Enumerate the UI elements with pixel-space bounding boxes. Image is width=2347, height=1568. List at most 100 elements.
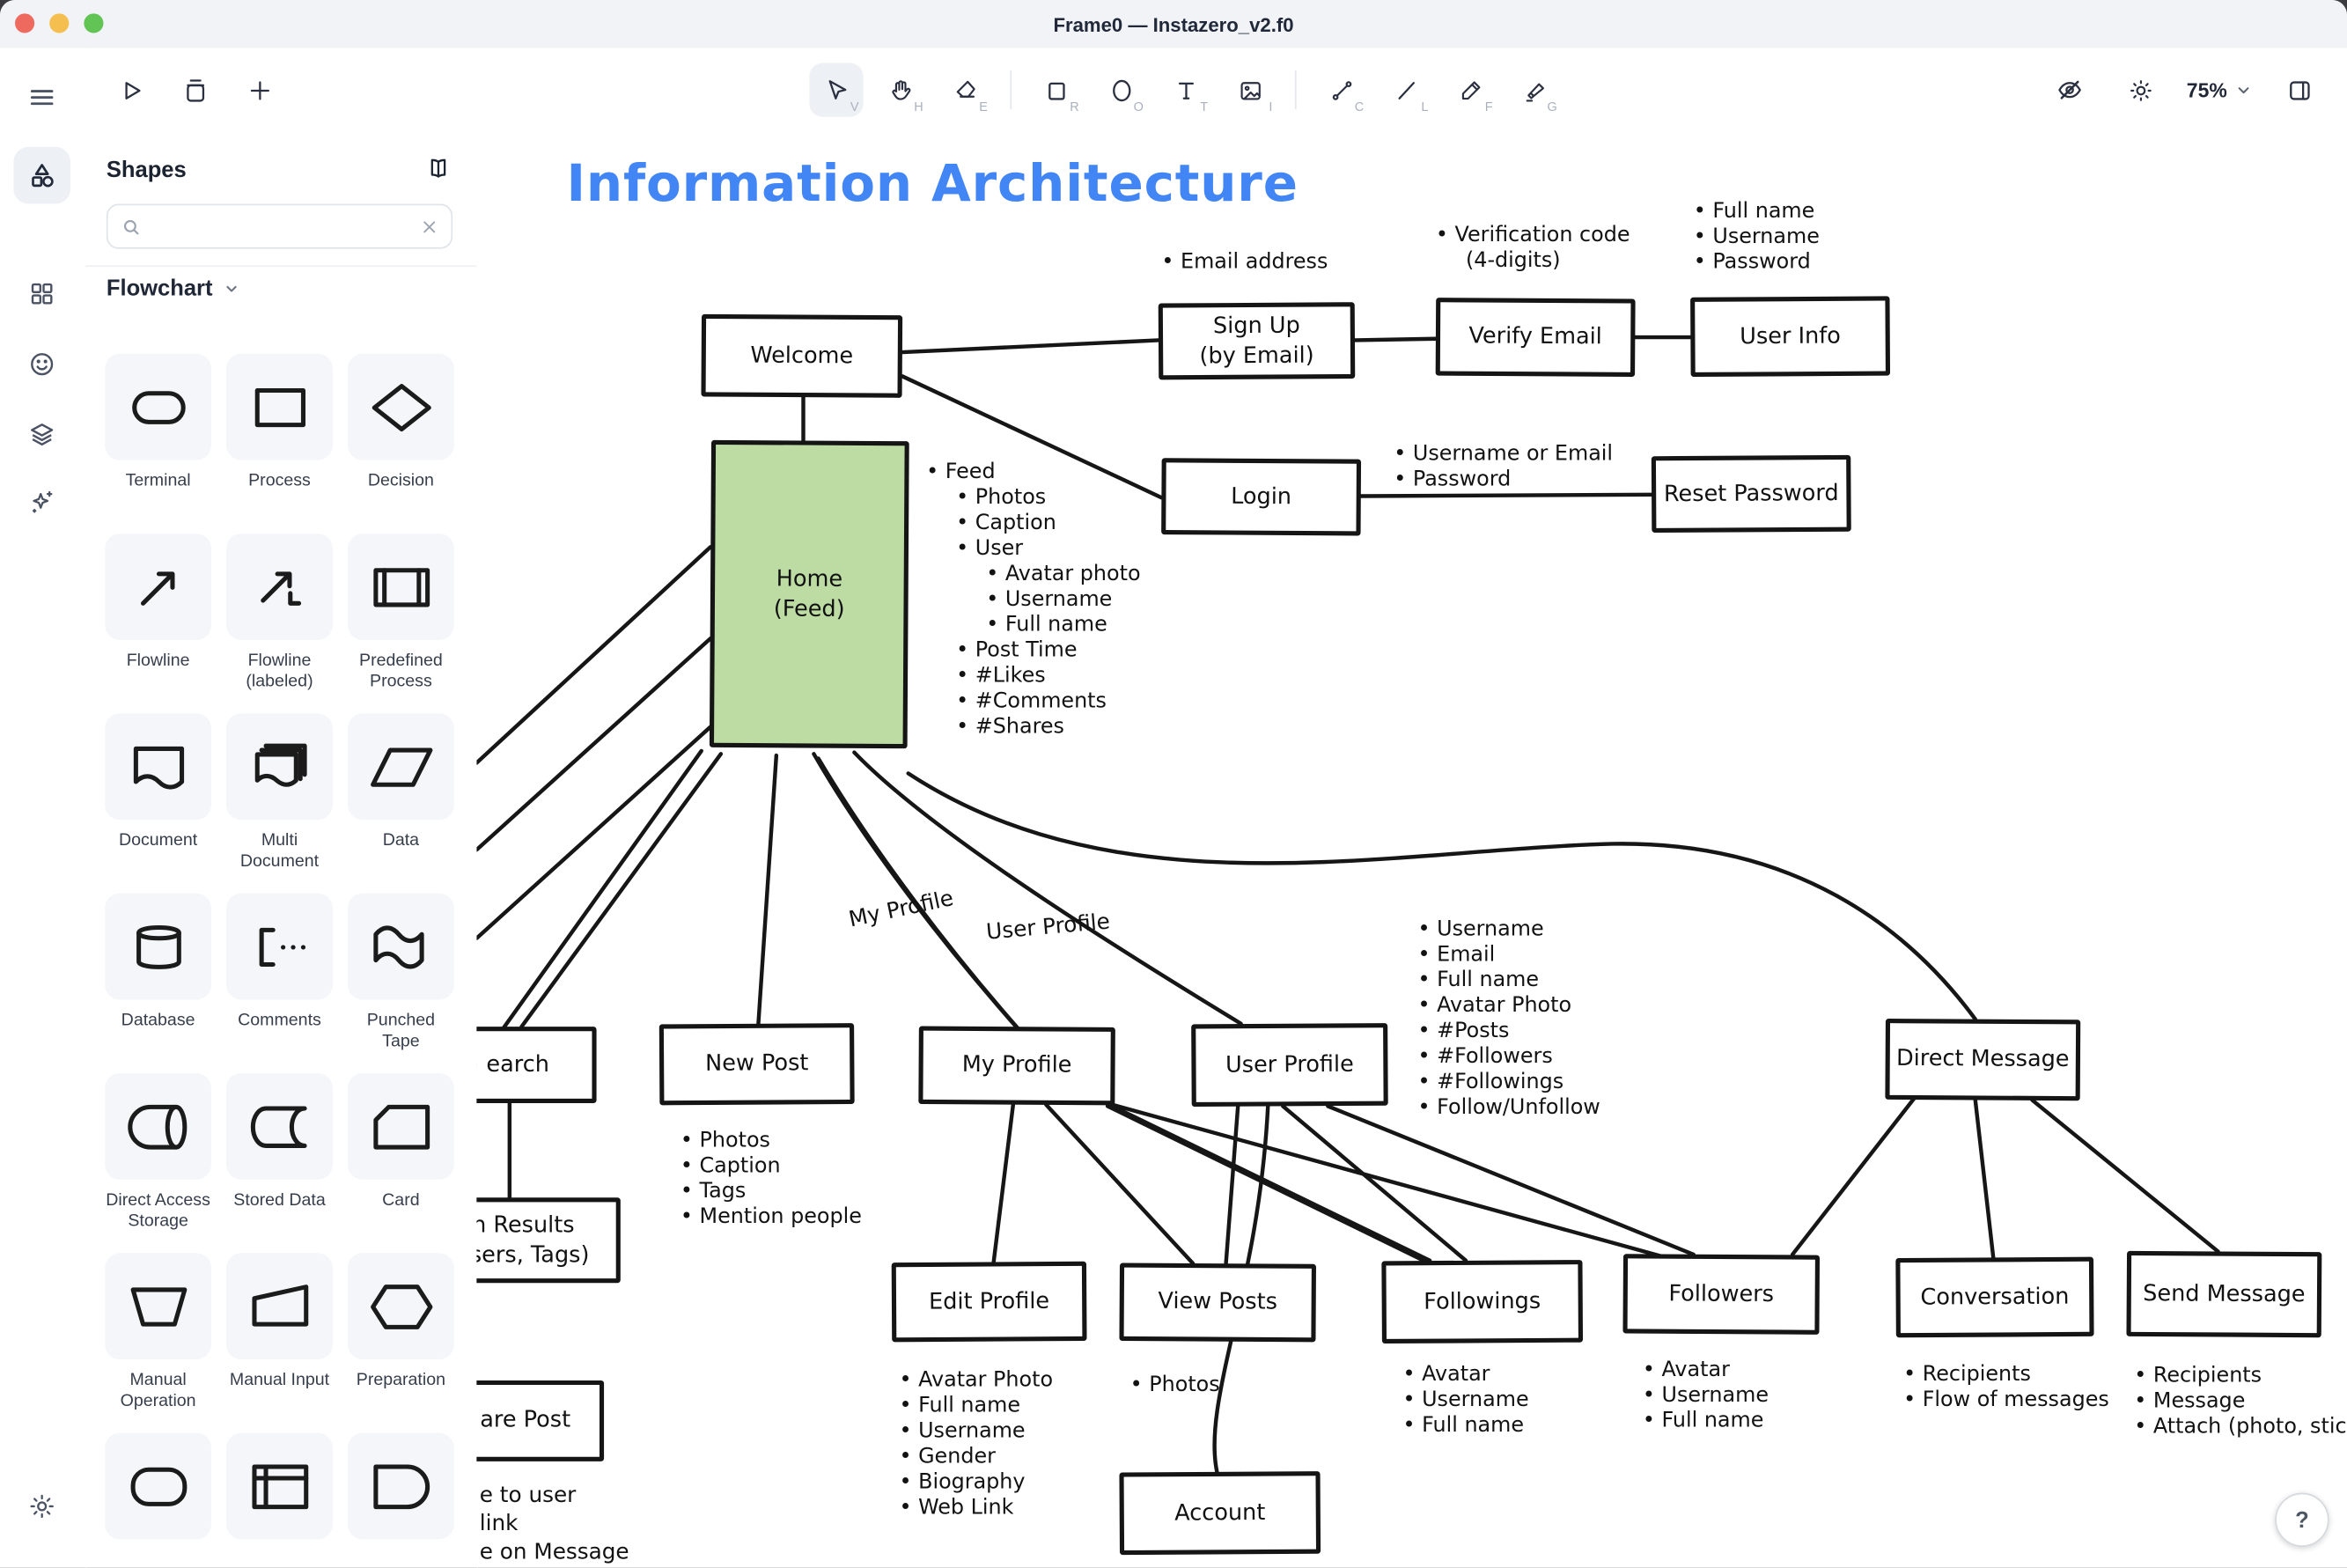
shape-data[interactable]: Data <box>348 713 454 872</box>
annotation-edit-profile: • Avatar Photo• Full name• Username• Gen… <box>899 1368 1053 1521</box>
canvas[interactable]: Information Architecture Welcome Sign Up… <box>476 134 2347 1568</box>
box-search[interactable]: earch <box>476 1027 596 1103</box>
toolbar: V H E R O T <box>85 48 2347 135</box>
frame-button[interactable] <box>168 63 222 117</box>
sidebar-item-templates[interactable] <box>13 265 70 322</box>
box-send-message[interactable]: Send Message <box>2126 1251 2321 1337</box>
play-button[interactable] <box>103 63 157 117</box>
sidebar-item-ai[interactable] <box>13 474 70 531</box>
minimize-button[interactable] <box>49 13 69 33</box>
category-dropdown[interactable]: Flowchart <box>107 276 241 301</box>
panel-right-icon <box>2284 76 2313 104</box>
tool-rectangle[interactable]: R <box>1030 63 1084 117</box>
annotation-send-message: • Recipients• Message• Attach (photo, st… <box>2134 1364 2347 1440</box>
shape-stored-data[interactable]: Stored Data <box>226 1073 333 1232</box>
right-panel-toggle[interactable] <box>2272 63 2326 117</box>
settings-button[interactable] <box>13 1478 70 1535</box>
shape-decision[interactable]: Decision <box>348 354 454 512</box>
smiley-icon <box>27 350 57 379</box>
box-welcome[interactable]: Welcome <box>701 314 902 398</box>
tool-hand[interactable]: H <box>874 63 928 117</box>
shape-manual-input[interactable]: Manual Input <box>226 1253 333 1411</box>
shape-multi-document[interactable]: Multi Document <box>226 713 333 872</box>
shape-internal-storage[interactable] <box>226 1433 333 1568</box>
box-conversation[interactable]: Conversation <box>1895 1257 2093 1338</box>
tool-image[interactable]: I <box>1223 63 1277 117</box>
box-my-profile[interactable]: My Profile <box>918 1026 1115 1105</box>
sidebar-item-shapes[interactable] <box>13 147 70 204</box>
plus-icon <box>245 76 273 104</box>
shape-process[interactable]: Process <box>226 354 333 512</box>
box-edit-profile[interactable]: Edit Profile <box>892 1262 1087 1343</box>
annotation-view-posts: • Photos <box>1130 1373 1220 1398</box>
box-search-results[interactable]: ch Results (Users, Tags) <box>476 1197 620 1283</box>
tool-oval[interactable]: O <box>1094 63 1148 117</box>
play-icon <box>116 76 144 104</box>
shape-flowline[interactable]: Flowline <box>105 534 211 692</box>
theme-button[interactable] <box>2115 63 2168 117</box>
library-button[interactable] <box>424 154 452 182</box>
box-login[interactable]: Login <box>1161 458 1361 535</box>
add-button[interactable] <box>232 63 286 117</box>
annotation-feed: • Feed• Photos• Caption• User• Avatar ph… <box>926 460 1140 740</box>
shape-document[interactable]: Document <box>105 713 211 872</box>
annotation-sign-up: • Email address <box>1161 250 1328 276</box>
shape-card[interactable]: Card <box>348 1073 454 1232</box>
shape-direct-access-storage[interactable]: Direct Access Storage <box>105 1073 211 1232</box>
panel-title: Shapes <box>107 158 187 183</box>
box-verify-email[interactable]: Verify Email <box>1436 298 1636 377</box>
sidebar-item-layers[interactable] <box>13 406 70 463</box>
search-input[interactable] <box>151 214 411 239</box>
tool-highlighter[interactable]: G <box>1508 63 1562 117</box>
sidebar-item-emoji[interactable] <box>13 335 70 393</box>
box-share-post[interactable]: are Post <box>476 1380 604 1461</box>
tool-line[interactable]: L <box>1379 63 1432 117</box>
shape-terminal[interactable]: Terminal <box>105 354 211 512</box>
tool-text[interactable]: T <box>1159 63 1212 117</box>
hide-ui-button[interactable] <box>2042 63 2096 117</box>
close-button[interactable] <box>15 13 34 33</box>
tool-connector[interactable]: C <box>1314 63 1368 117</box>
shape-predefined-process[interactable]: Predefined Process <box>348 534 454 692</box>
box-view-posts[interactable]: View Posts <box>1119 1262 1316 1342</box>
annotation-followers: • Avatar• Username• Full name <box>1643 1358 1769 1434</box>
box-new-post[interactable]: New Post <box>659 1023 855 1105</box>
shape-search[interactable] <box>107 204 452 249</box>
box-user-info[interactable]: User Info <box>1690 296 1890 377</box>
shape-punched-tape[interactable]: Punched Tape <box>348 894 454 1052</box>
left-rail <box>0 48 87 1567</box>
eraser-icon <box>951 76 979 104</box>
box-direct-message[interactable]: Direct Message <box>1885 1019 2080 1101</box>
shape-delay[interactable] <box>348 1433 454 1568</box>
annotation-new-post: • Photos• Caption• Tags• Mention people <box>681 1129 862 1231</box>
tool-eraser[interactable]: E <box>938 63 992 117</box>
shape-comments[interactable]: Comments <box>226 894 333 1052</box>
box-sign-up[interactable]: Sign Up (by Email) <box>1159 302 1356 379</box>
category-label: Flowchart <box>107 276 213 301</box>
layers-icon <box>27 420 57 450</box>
shape-flowline-labeled[interactable]: Flowline (labeled) <box>226 534 333 692</box>
box-user-profile[interactable]: User Profile <box>1191 1023 1388 1107</box>
shape-alternate-process[interactable] <box>105 1433 211 1568</box>
shape-preparation[interactable]: Preparation <box>348 1253 454 1411</box>
box-followings[interactable]: Followings <box>1381 1260 1583 1343</box>
shape-database[interactable]: Database <box>105 894 211 1052</box>
zoom-control[interactable]: 75% <box>2187 78 2255 101</box>
help-button[interactable]: ? <box>2275 1493 2329 1547</box>
menu-button[interactable] <box>13 69 70 126</box>
box-reset-password[interactable]: Reset Password <box>1652 455 1851 533</box>
tool-select[interactable]: V <box>809 63 863 117</box>
highlighter-icon <box>1520 76 1549 104</box>
tool-freehand[interactable]: F <box>1443 63 1497 117</box>
title-bar: Frame0 — Instazero_v2.f0 <box>0 0 2347 49</box>
box-account[interactable]: Account <box>1119 1471 1321 1555</box>
box-home-feed[interactable]: Home (Feed) <box>710 440 909 748</box>
maximize-button[interactable] <box>84 13 103 33</box>
frame-icon <box>180 76 209 104</box>
shape-manual-operation[interactable]: Manual Operation <box>105 1253 211 1411</box>
grid-icon <box>27 279 57 309</box>
chevron-down-icon <box>222 279 241 298</box>
clear-search-icon[interactable] <box>420 217 439 236</box>
shape-grid: Terminal Process Decision Flowline Flowl… <box>105 354 459 1568</box>
box-followers[interactable]: Followers <box>1622 1254 1820 1335</box>
